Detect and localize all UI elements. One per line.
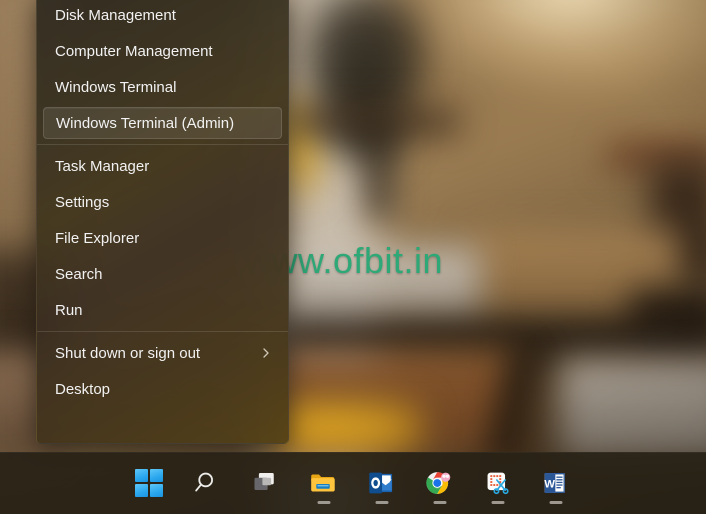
taskbar-running-indicator [433, 500, 447, 504]
snipping-tool-icon [483, 469, 513, 499]
menu-item-disk-management[interactable]: Disk Management [43, 0, 282, 31]
menu-item-task-manager[interactable]: Task Manager [43, 150, 282, 182]
taskbar-running-indicator [375, 500, 389, 504]
menu-item-label: Shut down or sign out [55, 344, 201, 362]
taskbar-running-indicator [491, 500, 505, 504]
taskbar-button-outlook[interactable] [360, 462, 404, 506]
taskbar-button-google-chrome[interactable] [418, 462, 462, 506]
menu-section: Disk Management Computer Management Window… [37, 0, 288, 139]
search-icon [193, 469, 223, 499]
menu-item-label: Desktop [55, 380, 111, 398]
taskbar-button-file-explorer[interactable] [302, 462, 346, 506]
menu-item-label: File Explorer [55, 229, 140, 247]
menu-item-windows-terminal-admin[interactable]: Windows Terminal (Admin) [43, 107, 282, 139]
taskbar-button-strip: W [0, 453, 706, 514]
winx-quick-link-menu[interactable]: Disk Management Computer Management Window… [36, 0, 289, 444]
windows-start-icon [135, 468, 165, 499]
menu-item-label: Search [55, 265, 103, 283]
menu-item-shut-down-or-sign-out[interactable]: Shut down or sign out [43, 337, 282, 369]
taskbar-running-indicator [549, 500, 563, 504]
menu-item-settings[interactable]: Settings [43, 186, 282, 218]
task-view-icon [251, 469, 281, 499]
menu-section: Shut down or sign out Desktop [37, 337, 288, 405]
menu-separator [37, 331, 288, 332]
menu-item-label: Windows Terminal [55, 78, 177, 96]
menu-separator [37, 144, 288, 145]
menu-item-desktop[interactable]: Desktop [43, 373, 282, 405]
microsoft-word-icon: W [541, 469, 571, 499]
file-explorer-icon [309, 469, 339, 499]
chevron-right-icon [260, 347, 272, 359]
taskbar-button-start[interactable] [128, 462, 172, 506]
menu-item-label: Computer Management [55, 42, 213, 60]
menu-item-file-explorer[interactable]: File Explorer [43, 222, 282, 254]
svg-text:W: W [544, 478, 555, 490]
menu-item-label: Task Manager [55, 157, 150, 175]
menu-section: Task Manager Settings File Explorer Search R… [37, 150, 288, 326]
taskbar-button-search[interactable] [186, 462, 230, 506]
menu-item-label: Disk Management [55, 6, 176, 24]
menu-item-run[interactable]: Run [43, 294, 282, 326]
menu-item-label: Windows Terminal (Admin) [56, 114, 235, 132]
menu-item-label: Settings [55, 193, 110, 211]
taskbar-button-microsoft-word[interactable]: W [534, 462, 578, 506]
google-chrome-icon [425, 469, 455, 499]
taskbar-button-task-view[interactable] [244, 462, 288, 506]
taskbar-button-snipping-tool[interactable] [476, 462, 520, 506]
menu-item-search[interactable]: Search [43, 258, 282, 290]
taskbar[interactable]: W [0, 452, 706, 514]
outlook-icon [367, 469, 397, 499]
menu-item-windows-terminal[interactable]: Windows Terminal [43, 71, 282, 103]
menu-item-label: Run [55, 301, 83, 319]
taskbar-running-indicator [317, 500, 331, 504]
menu-item-computer-management[interactable]: Computer Management [43, 35, 282, 67]
